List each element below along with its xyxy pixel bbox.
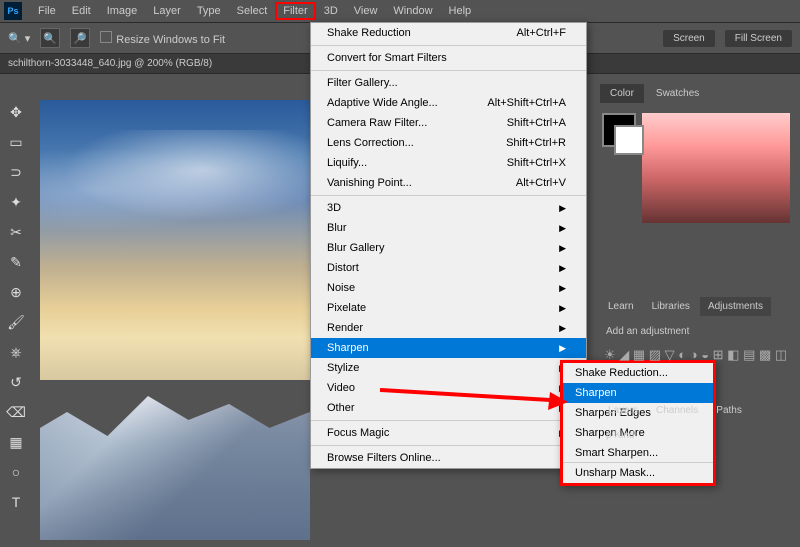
filter-item-pixelate[interactable]: Pixelate▶ bbox=[311, 298, 586, 318]
filter-menu-dropdown: Shake ReductionAlt+Ctrl+F Convert for Sma… bbox=[310, 22, 587, 469]
filter-item-lens-correction-[interactable]: Lens Correction...Shift+Ctrl+R bbox=[311, 133, 586, 153]
menu-edit[interactable]: Edit bbox=[64, 2, 99, 20]
filter-item-focus-magic[interactable]: Focus Magic▶ bbox=[311, 423, 586, 443]
filter-item-noise[interactable]: Noise▶ bbox=[311, 278, 586, 298]
right-panels: Color Swatches Learn Libraries Adjustmen… bbox=[596, 80, 796, 447]
kind-label: ρ Kind bbox=[596, 424, 796, 447]
filter-item-other[interactable]: Other▶ bbox=[311, 398, 586, 418]
crop-tool-icon[interactable]: ✂ bbox=[4, 220, 28, 244]
filter-item-browse-filters-online-[interactable]: Browse Filters Online... bbox=[311, 448, 586, 468]
libraries-tab[interactable]: Libraries bbox=[644, 297, 698, 316]
menu-view[interactable]: View bbox=[346, 2, 386, 20]
filter-item-adaptive-wide-angle-[interactable]: Adaptive Wide Angle...Alt+Shift+Ctrl+A bbox=[311, 93, 586, 113]
menu-type[interactable]: Type bbox=[189, 2, 229, 20]
paths-tab[interactable]: Paths bbox=[708, 401, 750, 420]
screen-button[interactable]: Screen bbox=[663, 30, 715, 47]
menubar: Ps FileEditImageLayerTypeSelectFilter3DV… bbox=[0, 0, 800, 23]
layers-tab[interactable]: Layers bbox=[600, 401, 646, 420]
zoom-in-icon[interactable]: 🔍 bbox=[40, 28, 60, 48]
gradient-tool-icon[interactable]: ▦ bbox=[4, 430, 28, 454]
menu-3d[interactable]: 3D bbox=[316, 2, 346, 20]
foreground-background-swatch[interactable] bbox=[602, 113, 636, 147]
brush-tool-icon[interactable]: 🖌 bbox=[4, 310, 28, 334]
marquee-tool-icon[interactable]: ▭ bbox=[4, 130, 28, 154]
color-tab[interactable]: Color bbox=[600, 84, 644, 103]
adjustments-tab[interactable]: Adjustments bbox=[700, 297, 771, 316]
filter-item-video[interactable]: Video▶ bbox=[311, 378, 586, 398]
stamp-tool-icon[interactable]: ⎈ bbox=[4, 340, 28, 364]
sharpen-item-unsharp-mask[interactable]: Unsharp Mask... bbox=[563, 462, 713, 483]
menu-select[interactable]: Select bbox=[229, 2, 276, 20]
add-adjustment-label: Add an adjustment bbox=[596, 320, 796, 343]
channels-tab[interactable]: Channels bbox=[648, 401, 706, 420]
swatches-tab[interactable]: Swatches bbox=[646, 84, 709, 103]
filter-item-distort[interactable]: Distort▶ bbox=[311, 258, 586, 278]
type-tool-icon[interactable]: T bbox=[4, 490, 28, 514]
filter-item-camera-raw-filter-[interactable]: Camera Raw Filter...Shift+Ctrl+A bbox=[311, 113, 586, 133]
color-picker-gradient[interactable] bbox=[642, 113, 790, 223]
filter-item-render[interactable]: Render▶ bbox=[311, 318, 586, 338]
blur-tool-icon[interactable]: ○ bbox=[4, 460, 28, 484]
menu-layer[interactable]: Layer bbox=[145, 2, 189, 20]
learn-tab[interactable]: Learn bbox=[600, 297, 642, 316]
fill-screen-button[interactable]: Fill Screen bbox=[725, 30, 792, 47]
tools-panel: ✥ ▭ ⊃ ✦ ✂ ✎ ⊕ 🖌 ⎈ ↺ ⌫ ▦ ○ T bbox=[4, 100, 36, 514]
filter-item-liquify-[interactable]: Liquify...Shift+Ctrl+X bbox=[311, 153, 586, 173]
history-brush-icon[interactable]: ↺ bbox=[4, 370, 28, 394]
filter-item-3d[interactable]: 3D▶ bbox=[311, 198, 586, 218]
eraser-tool-icon[interactable]: ⌫ bbox=[4, 400, 28, 424]
menu-image[interactable]: Image bbox=[99, 2, 146, 20]
mountain-image-area bbox=[40, 380, 310, 540]
filter-item-blur[interactable]: Blur▶ bbox=[311, 218, 586, 238]
filter-item-stylize[interactable]: Stylize▶ bbox=[311, 358, 586, 378]
filter-item-sharpen[interactable]: Sharpen▶ bbox=[311, 338, 586, 358]
zoom-out-icon[interactable]: 🔎 bbox=[70, 28, 90, 48]
eyedropper-tool-icon[interactable]: ✎ bbox=[4, 250, 28, 274]
wand-tool-icon[interactable]: ✦ bbox=[4, 190, 28, 214]
filter-item-blur-gallery[interactable]: Blur Gallery▶ bbox=[311, 238, 586, 258]
filter-item-vanishing-point-[interactable]: Vanishing Point...Alt+Ctrl+V bbox=[311, 173, 586, 193]
menu-file[interactable]: File bbox=[30, 2, 64, 20]
document-canvas bbox=[40, 100, 310, 540]
zoom-tool-icon[interactable]: 🔍 ▾ bbox=[8, 32, 30, 45]
ps-logo: Ps bbox=[4, 2, 22, 20]
resize-checkbox[interactable]: Resize Windows to Fit bbox=[100, 31, 225, 46]
menu-help[interactable]: Help bbox=[441, 2, 480, 20]
adjustment-icons[interactable]: ☀ ◢ ▦ ▨ ▽ ◐ ◑ ◒ ⊞ ◧ ▤ ▩ ◫ bbox=[596, 343, 796, 367]
filter-item-convert-for-smart-filters[interactable]: Convert for Smart Filters bbox=[311, 48, 586, 68]
filter-item-filter-gallery-[interactable]: Filter Gallery... bbox=[311, 73, 586, 93]
menu-window[interactable]: Window bbox=[385, 2, 440, 20]
filter-item-shake-reduction[interactable]: Shake ReductionAlt+Ctrl+F bbox=[311, 23, 586, 43]
move-tool-icon[interactable]: ✥ bbox=[4, 100, 28, 124]
sky-image-area bbox=[40, 100, 310, 380]
menu-filter[interactable]: Filter bbox=[275, 2, 315, 20]
heal-tool-icon[interactable]: ⊕ bbox=[4, 280, 28, 304]
lasso-tool-icon[interactable]: ⊃ bbox=[4, 160, 28, 184]
